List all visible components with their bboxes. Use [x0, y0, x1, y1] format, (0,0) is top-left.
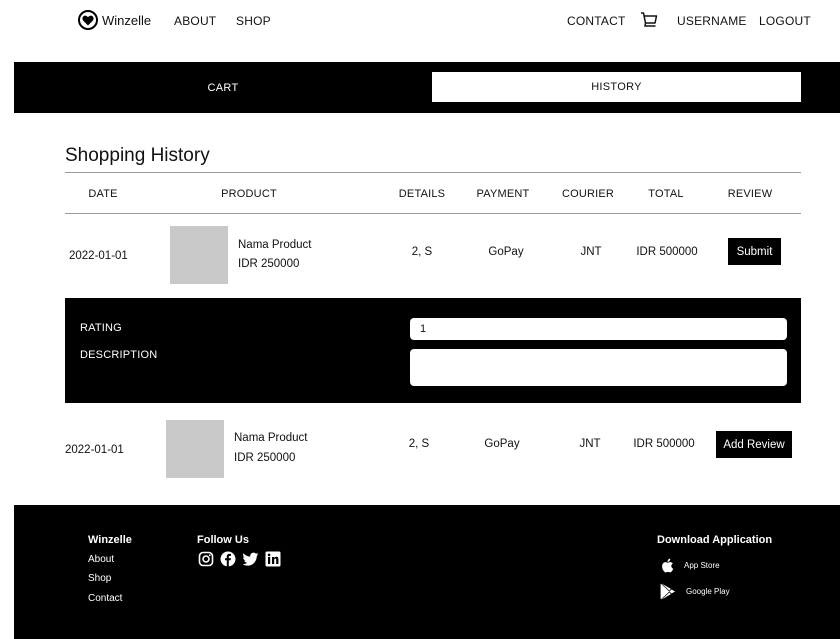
product-price: IDR 250000: [238, 258, 300, 270]
order-details: 2, S: [408, 438, 430, 450]
table-row: 2022-01-01 Nama Product IDR 250000 2, S …: [65, 226, 801, 288]
column-header-product: PRODUCT: [221, 188, 277, 200]
footer-brand: Winzelle: [88, 534, 132, 546]
nav-contact-link[interactable]: CONTACT: [567, 14, 626, 28]
description-label: DESCRIPTION: [80, 349, 158, 361]
app-store-label: App Store: [684, 561, 720, 570]
title-divider: [65, 172, 801, 173]
column-header-total: TOTAL: [648, 188, 684, 200]
tab-bar: CART HISTORY: [14, 62, 840, 113]
description-input[interactable]: [410, 349, 787, 386]
linkedin-icon[interactable]: [265, 551, 281, 567]
order-total: IDR 500000: [633, 438, 695, 450]
heart-icon: [78, 10, 98, 30]
app-store-link[interactable]: App Store: [660, 558, 720, 573]
download-heading: Download Application: [657, 534, 773, 546]
column-header-courier: COURIER: [561, 188, 615, 200]
product-name[interactable]: Nama Product: [234, 432, 308, 444]
column-header-review: REVIEW: [727, 188, 773, 200]
payment-method: GoPay: [484, 438, 520, 450]
review-form-panel: RATING DESCRIPTION: [65, 298, 801, 403]
top-nav: Winzelle ABOUT SHOP CONTACT USERNAME LOG…: [0, 0, 840, 44]
footer-link-about[interactable]: About: [88, 554, 114, 565]
apple-icon: [662, 558, 674, 573]
footer-link-shop[interactable]: Shop: [88, 573, 111, 584]
product-price: IDR 250000: [234, 452, 296, 464]
footer-link-contact[interactable]: Contact: [88, 593, 122, 604]
column-header-details: DETAILS: [398, 188, 446, 200]
follow-us-heading: Follow Us: [197, 534, 249, 546]
google-play-link[interactable]: Google Play: [660, 583, 730, 600]
google-play-icon: [660, 583, 675, 600]
courier-name: JNT: [580, 246, 602, 258]
instagram-icon[interactable]: [198, 551, 214, 567]
rating-label: RATING: [80, 322, 122, 334]
payment-method: GoPay: [488, 246, 524, 258]
google-play-label: Google Play: [686, 587, 730, 596]
order-details: 2, S: [411, 246, 433, 258]
twitter-icon[interactable]: [242, 551, 259, 567]
brand-logo[interactable]: Winzelle: [78, 10, 151, 30]
facebook-icon[interactable]: [220, 551, 236, 567]
social-links: [198, 551, 281, 567]
courier-name: JNT: [579, 438, 601, 450]
product-name[interactable]: Nama Product: [238, 239, 312, 251]
order-date: 2022-01-01: [65, 444, 124, 456]
column-header-payment: PAYMENT: [476, 188, 530, 200]
tab-history[interactable]: HISTORY: [432, 72, 801, 102]
nav-about-link[interactable]: ABOUT: [174, 14, 216, 28]
header-divider: [65, 213, 801, 214]
column-header-date: DATE: [88, 188, 118, 200]
add-review-button[interactable]: Add Review: [716, 431, 792, 458]
table-row: 2022-01-01 Nama Product IDR 250000 2, S …: [65, 419, 801, 481]
cart-icon[interactable]: [640, 11, 658, 29]
tab-cart[interactable]: CART: [14, 62, 432, 113]
product-thumbnail[interactable]: [170, 226, 228, 284]
order-date: 2022-01-01: [69, 250, 128, 262]
nav-username-link[interactable]: USERNAME: [677, 14, 747, 28]
brand-name: Winzelle: [102, 12, 152, 28]
order-total: IDR 500000: [636, 246, 698, 258]
nav-logout-link[interactable]: LOGOUT: [759, 14, 811, 28]
rating-input[interactable]: [410, 318, 787, 340]
submit-review-button[interactable]: Submit: [728, 238, 781, 265]
nav-shop-link[interactable]: SHOP: [236, 14, 271, 28]
page-title: Shopping History: [65, 145, 210, 166]
product-thumbnail[interactable]: [166, 420, 224, 478]
